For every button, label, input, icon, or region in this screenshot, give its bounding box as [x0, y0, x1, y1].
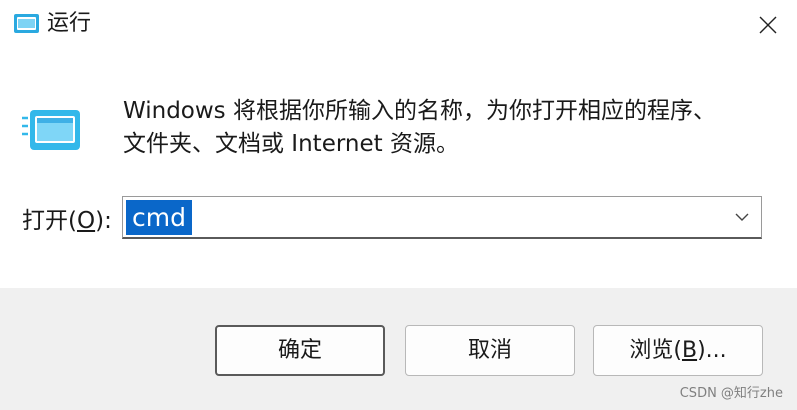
run-app-icon	[14, 14, 39, 33]
window-title: 运行	[47, 11, 92, 36]
watermark: CSDN @知行zhe	[679, 386, 783, 401]
dialog-body: Windows 将根据你所输入的名称，为你打开相应的程序、 文件夹、文档或 In…	[0, 50, 797, 288]
open-label-suffix: ):	[95, 208, 112, 234]
close-icon	[759, 16, 776, 34]
run-large-icon	[22, 110, 80, 150]
browse-label-suffix: )...	[697, 338, 727, 363]
open-label-prefix: 打开(	[22, 208, 77, 234]
browse-button[interactable]: 浏览(B)...	[593, 325, 763, 376]
ok-button[interactable]: 确定	[215, 325, 385, 376]
title-bar: 运行	[0, 0, 797, 50]
description-line-1: Windows 将根据你所输入的名称，为你打开相应的程序、	[123, 98, 716, 124]
chevron-down-icon[interactable]	[733, 208, 751, 226]
close-button[interactable]	[738, 0, 797, 50]
cancel-button[interactable]: 取消	[405, 325, 575, 376]
open-combobox[interactable]: cmd	[122, 196, 762, 239]
browse-label-prefix: 浏览(	[629, 338, 682, 363]
description-line-2: 文件夹、文档或 Internet 资源。	[123, 131, 459, 157]
description: Windows 将根据你所输入的名称，为你打开相应的程序、 文件夹、文档或 In…	[123, 95, 763, 161]
browse-label-accelerator: B	[681, 338, 698, 363]
open-input[interactable]: cmd	[126, 200, 192, 235]
button-bar: 确定 取消 浏览(B)... CSDN @知行zhe	[0, 288, 797, 410]
open-label: 打开(O):	[22, 204, 112, 238]
open-label-accelerator: O	[76, 208, 96, 234]
